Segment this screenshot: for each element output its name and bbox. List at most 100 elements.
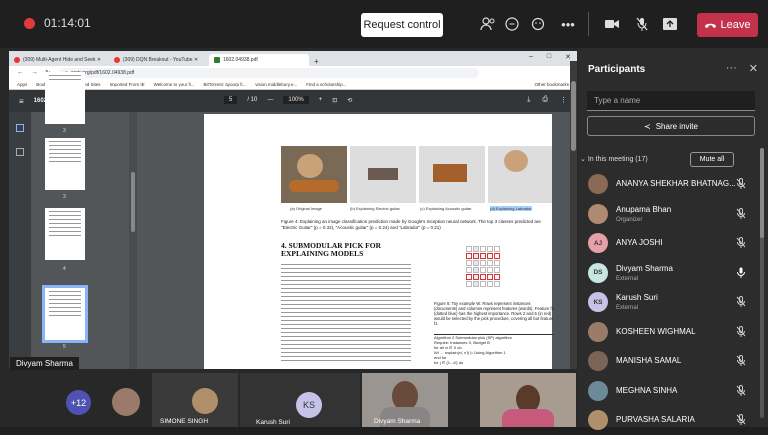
back-icon[interactable]: ← bbox=[17, 69, 24, 77]
panel-scrollbar[interactable] bbox=[760, 148, 764, 418]
more-participants-button[interactable]: +12 bbox=[66, 390, 91, 415]
grid-cell bbox=[473, 281, 479, 287]
page-number-input[interactable]: 5 bbox=[224, 96, 238, 104]
mic-off-icon[interactable] bbox=[736, 178, 746, 191]
more-icon[interactable]: ••• bbox=[558, 14, 578, 34]
participant-row[interactable]: MEGHNA SINHA bbox=[578, 376, 756, 406]
browser-tab[interactable]: (309) DQN Breakout - YouTube ✕ bbox=[109, 54, 209, 66]
address-bar-row: ←→↻ ●arxiv.org/pdf/1602.04938.pdf bbox=[9, 66, 577, 80]
hamburger-menu-icon[interactable]: ≡ bbox=[19, 97, 24, 106]
avatar: KS bbox=[588, 292, 608, 312]
grid-cell bbox=[480, 267, 486, 273]
participant-row[interactable]: MANISHA SAMAL bbox=[578, 346, 756, 376]
browser-tab-strip: (309) Multi-Agent Hide and Seek ✕ (309) … bbox=[9, 51, 577, 66]
zoom-out-icon[interactable]: — bbox=[267, 97, 273, 103]
explanation-electric-guitar-image bbox=[350, 146, 416, 203]
url-field[interactable]: ●arxiv.org/pdf/1602.04938.pdf bbox=[58, 68, 479, 78]
participant-row[interactable]: KOSHEEN WIGHMAL bbox=[578, 317, 756, 347]
zoom-in-icon[interactable]: + bbox=[319, 97, 323, 103]
leave-button[interactable]: Leave bbox=[697, 13, 758, 37]
close-window-icon[interactable]: ✕ bbox=[565, 53, 571, 61]
thumbnails-view-icon[interactable] bbox=[16, 124, 24, 132]
mic-off-icon[interactable] bbox=[736, 355, 746, 368]
thumbnail-number: 3 bbox=[63, 194, 66, 200]
figure-subcaption: (a) Original Image bbox=[290, 206, 323, 211]
participant-row[interactable]: AJ ANYA JOSHI bbox=[578, 228, 756, 258]
figure-subcaption: (c) Explaining Acoustic guitar bbox=[420, 206, 472, 211]
participant-row[interactable]: Anupama Bhan Organizer bbox=[578, 199, 756, 229]
meeting-timer: 01:14:01 bbox=[44, 16, 91, 30]
mic-off-icon[interactable] bbox=[736, 296, 746, 309]
bookmark-item[interactable]: Welcome to your fi... bbox=[154, 82, 195, 87]
camera-icon[interactable] bbox=[602, 14, 622, 34]
figure-5-caption: Figure 5: Toy example W. Rows represent … bbox=[434, 301, 554, 326]
in-meeting-section-header[interactable]: ⌄ In this meeting (17) bbox=[580, 155, 648, 163]
video-tile[interactable]: Divyam Sharma bbox=[362, 373, 448, 427]
mic-off-icon[interactable] bbox=[736, 325, 746, 339]
video-tile[interactable] bbox=[480, 373, 576, 427]
mic-off-icon[interactable] bbox=[736, 237, 746, 250]
share-invite-button[interactable]: ≺ Share invite bbox=[587, 116, 755, 136]
download-icon[interactable]: ⤓ bbox=[527, 96, 530, 104]
grid-cell bbox=[466, 267, 472, 273]
grid-cell bbox=[487, 267, 493, 273]
browser-tab-active[interactable]: 1602.04938.pdf bbox=[209, 54, 309, 66]
algorithm-box: Algorithm 2 Submodular pick (SP) algorit… bbox=[434, 334, 554, 365]
forward-icon[interactable]: → bbox=[31, 69, 38, 77]
request-control-button[interactable]: Request control bbox=[361, 13, 443, 37]
mic-off-icon[interactable] bbox=[736, 384, 746, 398]
page-thumbnail[interactable] bbox=[45, 138, 85, 190]
mic-off-icon[interactable] bbox=[736, 207, 746, 221]
fit-page-icon[interactable]: ⊡ bbox=[332, 97, 337, 104]
participant-name: ANANYA SHEKHAR BHATNAG... bbox=[616, 179, 736, 188]
mic-off-icon[interactable] bbox=[736, 414, 746, 427]
bookmark-item[interactable]: vision.middlebury.e... bbox=[255, 82, 297, 87]
browser-tab[interactable]: (309) Multi-Agent Hide and Seek ✕ bbox=[9, 54, 109, 66]
mic-icon[interactable] bbox=[736, 267, 746, 280]
grid-cell bbox=[466, 253, 472, 259]
page-total: / 10 bbox=[247, 97, 258, 103]
participant-row[interactable]: KS Karush Suri External bbox=[578, 287, 756, 317]
thumbnail-scrollbar[interactable] bbox=[129, 112, 137, 369]
grid-cell bbox=[494, 260, 500, 266]
pdf-more-icon[interactable]: ⋮ bbox=[560, 96, 567, 104]
reactions-icon[interactable] bbox=[528, 14, 548, 34]
rotate-icon[interactable]: ⟲ bbox=[347, 97, 352, 104]
participant-row[interactable]: ANANYA SHEKHAR BHATNAG... bbox=[578, 169, 756, 199]
bookmark-item[interactable]: Find a scholarship... bbox=[306, 82, 346, 87]
presenter-name-label: Divyam Sharma bbox=[10, 357, 79, 370]
page-thumbnail-selected[interactable] bbox=[42, 285, 88, 343]
figure-subcaption-highlighted: (d) Explaining Labrador bbox=[490, 206, 532, 211]
participant-row[interactable]: PURVASHA SALARIA bbox=[578, 405, 756, 435]
video-tile[interactable]: KS Karush Suri bbox=[240, 373, 360, 427]
bookmark-item[interactable]: Other bookmarks bbox=[534, 82, 569, 87]
avatar bbox=[588, 321, 608, 342]
outline-view-icon[interactable] bbox=[16, 148, 24, 156]
youtube-icon bbox=[14, 57, 20, 63]
bookmark-item[interactable]: Apps bbox=[17, 82, 27, 87]
people-icon[interactable] bbox=[478, 14, 498, 34]
new-tab-icon[interactable]: + bbox=[309, 57, 324, 66]
window-controls: – □ ✕ bbox=[529, 53, 571, 61]
bookmark-item[interactable]: Imported From IE bbox=[110, 82, 145, 87]
share-tray-icon[interactable] bbox=[660, 14, 680, 34]
close-panel-icon[interactable]: ✕ bbox=[749, 62, 758, 75]
bookmark-item[interactable]: BitTorrent: ayoorp fi... bbox=[204, 82, 247, 87]
minimize-icon[interactable]: – bbox=[529, 53, 533, 61]
chat-icon[interactable] bbox=[502, 14, 522, 34]
participant-row[interactable]: DS Divyam Sharma External bbox=[578, 258, 756, 288]
figure-4-caption: Figure 4: Explaining an image classifica… bbox=[281, 219, 541, 230]
video-tile[interactable]: SIMONE SINGH bbox=[152, 373, 238, 427]
stage-scrollbar[interactable] bbox=[570, 61, 577, 369]
mute-all-button[interactable]: Mute all bbox=[690, 152, 734, 167]
panel-more-icon[interactable]: ··· bbox=[726, 62, 737, 75]
page-thumbnail[interactable] bbox=[45, 208, 85, 260]
page-thumbnail[interactable] bbox=[45, 72, 85, 124]
print-icon[interactable]: ⎙ bbox=[542, 96, 548, 104]
recording-indicator-icon bbox=[24, 18, 35, 29]
participant-search-input[interactable]: Type a name bbox=[587, 91, 755, 111]
maximize-icon[interactable]: □ bbox=[547, 53, 551, 61]
participant-role: External bbox=[616, 275, 639, 282]
zoom-level[interactable]: 100% bbox=[283, 96, 309, 104]
mic-off-icon[interactable] bbox=[632, 14, 652, 34]
